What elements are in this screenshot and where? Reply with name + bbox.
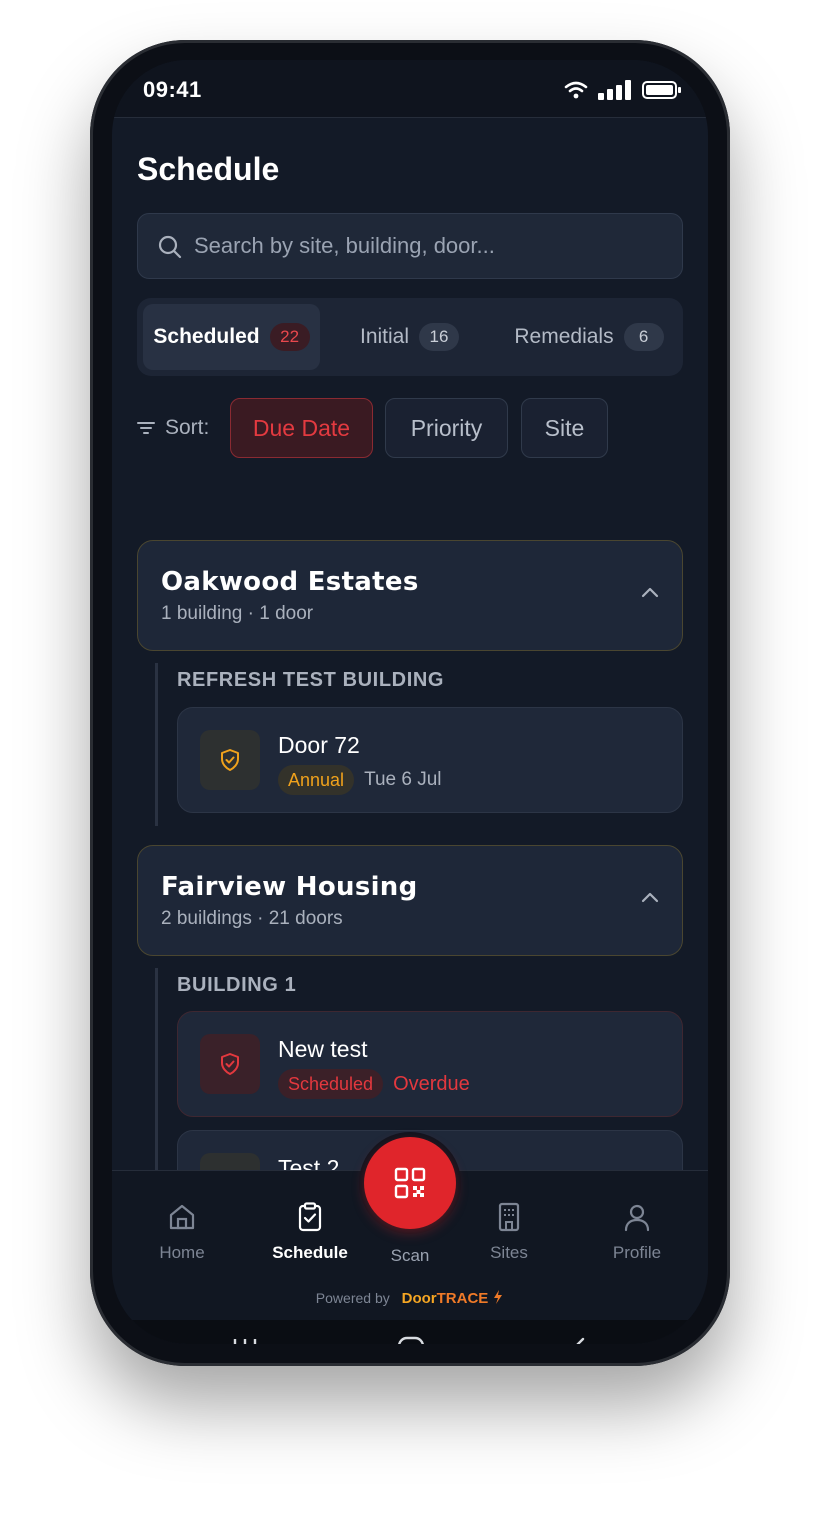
tab-count-badge: 16 (419, 323, 460, 351)
shield-check-icon (221, 1053, 239, 1075)
building-label: REFRESH TEST BUILDING (177, 669, 445, 691)
scan-button[interactable] (359, 1132, 461, 1234)
qr-code-icon (394, 1167, 426, 1199)
signal-icon (598, 80, 631, 100)
status-time: 09:41 (143, 77, 202, 102)
clipboard-check-icon (298, 1202, 322, 1232)
home-icon (169, 1204, 195, 1230)
building-rail (155, 968, 158, 1170)
status-bar: 09:41 (112, 60, 708, 118)
tab-label: Remedials (514, 325, 614, 348)
inspection-type-badge: Annual (278, 765, 355, 795)
app-screen: 09:41 Schedule Search by site, building,… (112, 60, 708, 1344)
battery-icon (642, 81, 681, 99)
door-status-icon (200, 1153, 260, 1170)
flame-icon (494, 1290, 503, 1304)
site-name: Fairview Housing (161, 872, 418, 902)
sort-label: Sort: (137, 416, 209, 440)
chevron-up-icon[interactable] (640, 890, 660, 904)
system-nav-bar (112, 1320, 708, 1344)
scan-label: Scan (390, 1246, 430, 1265)
tab-scheduled[interactable]: Scheduled 22 (143, 304, 320, 370)
main-content: Schedule Scheduled 22 Initial 16 (112, 118, 708, 1170)
filter-icon (137, 422, 155, 434)
site-name: Oakwood Estates (161, 567, 419, 597)
nav-label: Schedule (272, 1243, 348, 1262)
door-card[interactable]: New test Scheduled Overdue (177, 1011, 683, 1117)
shield-check-icon (221, 749, 239, 771)
nav-schedule[interactable]: Schedule (255, 1201, 365, 1263)
sort-priority-chip[interactable]: Priority (385, 398, 508, 458)
door-title: Test 2 (278, 1155, 340, 1170)
tab-count-badge: 6 (623, 323, 664, 351)
bottom-nav: Home Schedule Scan Sites Profile Powered… (112, 1132, 708, 1320)
door-status-icon (200, 1034, 260, 1094)
building-label: BUILDING 1 (177, 974, 297, 996)
sort-label-text: Sort: (165, 416, 210, 439)
wifi-icon (564, 81, 588, 99)
building-icon (498, 1202, 520, 1232)
search-bar[interactable] (137, 213, 683, 279)
door-title: Door 72 (278, 732, 360, 758)
status-icons (564, 80, 682, 100)
powered-by: Powered by DoorTRACE (112, 1289, 708, 1307)
back-icon[interactable] (567, 1336, 587, 1344)
tab-label: Initial (359, 325, 410, 348)
schedule-tabs: Scheduled 22 Initial 16 Remedials 6 (137, 298, 683, 376)
sort-row: Sort: Due Date Priority Site (137, 398, 683, 458)
search-input[interactable] (194, 214, 664, 278)
nav-home[interactable]: Home (127, 1201, 237, 1263)
due-date: Tue 6 Jul (364, 769, 442, 790)
door-status-icon (200, 730, 260, 790)
tab-label: Scheduled (153, 325, 260, 348)
nav-label: Profile (612, 1243, 662, 1262)
phone-frame: 09:41 Schedule Search by site, building,… (90, 40, 730, 1366)
brand-logo-part: Door (401, 1290, 437, 1307)
home-button-icon[interactable] (397, 1336, 425, 1344)
chevron-up-icon[interactable] (640, 585, 660, 599)
user-icon (624, 1204, 650, 1232)
door-tags: Scheduled Overdue (278, 1069, 470, 1099)
page-title: Schedule (137, 151, 280, 187)
inspection-type-badge: Scheduled (278, 1069, 384, 1099)
door-tags: Annual Tue 6 Jul (278, 765, 442, 795)
tab-remedials[interactable]: Remedials 6 (499, 304, 679, 370)
site-meta: 1 building · 1 door (161, 603, 314, 624)
site-card-fairview[interactable]: Fairview Housing 2 buildings · 21 doors (137, 845, 683, 956)
building-rail (155, 663, 158, 826)
brand-logo: DoorTRACE (402, 1290, 489, 1307)
powered-by-text: Powered by (315, 1290, 390, 1306)
nav-profile[interactable]: Profile (582, 1201, 692, 1263)
tab-initial[interactable]: Initial 16 (327, 304, 492, 370)
site-card-oakwood[interactable]: Oakwood Estates 1 building · 1 door (137, 540, 683, 651)
search-icon (158, 235, 182, 259)
door-card[interactable]: Door 72 Annual Tue 6 Jul (177, 707, 683, 813)
tab-count-badge: 22 (269, 323, 310, 351)
brand-logo-part: TRACE (436, 1290, 489, 1307)
nav-sites[interactable]: Sites (454, 1201, 564, 1263)
overdue-status: Overdue (393, 1072, 470, 1095)
scan-button-circle (364, 1137, 456, 1229)
recent-apps-icon[interactable] (232, 1336, 258, 1344)
sort-due-date-chip[interactable]: Due Date (230, 398, 373, 458)
sort-site-chip[interactable]: Site (521, 398, 608, 458)
door-title: New test (278, 1036, 368, 1062)
nav-label: Home (159, 1243, 205, 1262)
nav-label: Sites (490, 1243, 528, 1262)
site-meta: 2 buildings · 21 doors (161, 908, 343, 929)
